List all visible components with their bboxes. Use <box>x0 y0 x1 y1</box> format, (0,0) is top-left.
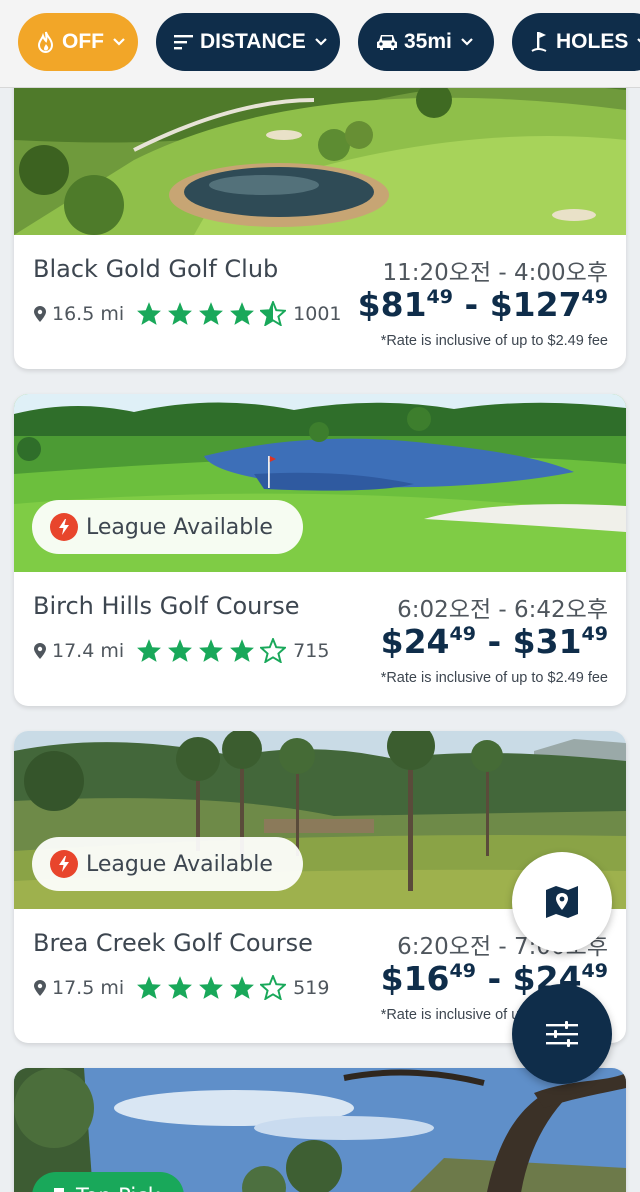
lightning-icon <box>50 850 78 878</box>
star-filled-icon <box>199 639 224 662</box>
price-high: $31 <box>512 622 582 661</box>
chevron-down-icon <box>637 38 640 43</box>
course-distance: 16.5 mi <box>52 302 125 325</box>
star-filled-icon <box>137 976 162 999</box>
chevron-down-icon <box>113 38 125 46</box>
badge-label: League Available <box>86 514 273 540</box>
price-high: $127 <box>489 285 582 324</box>
trophy-icon <box>54 1188 64 1192</box>
badge-label: League Available <box>86 851 273 877</box>
fee-note: *Rate is inclusive of up to $2.49 fee <box>380 670 608 686</box>
price-low: $24 <box>380 622 450 661</box>
map-pin-icon <box>546 886 578 918</box>
star-half-icon <box>260 301 287 326</box>
top-pick-badge: Top Pick <box>32 1172 184 1192</box>
course-meta: 17.4 mi 715 <box>34 638 329 663</box>
map-view-button[interactable] <box>512 852 612 952</box>
course-meta: 17.5 mi 519 <box>34 975 329 1000</box>
course-distance: 17.5 mi <box>52 976 125 999</box>
location-pin-icon <box>34 642 46 659</box>
price-low-cents: 49 <box>449 623 476 645</box>
star-empty-icon <box>260 638 287 663</box>
hot-deals-label: OFF <box>62 30 104 53</box>
filter-settings-button[interactable] <box>512 984 612 1084</box>
course-name: Brea Creek Golf Course <box>33 929 313 957</box>
star-rating <box>136 975 291 1000</box>
course-photo: League Available <box>14 394 626 572</box>
star-filled-icon <box>230 302 255 325</box>
league-badge: League Available <box>32 837 303 891</box>
chevron-down-icon <box>461 38 473 46</box>
course-card[interactable]: Top Pick <box>14 1068 626 1192</box>
radius-label: 35mi <box>404 30 452 53</box>
location-pin-icon <box>34 305 46 322</box>
course-meta: 16.5 mi 1001 <box>34 301 342 326</box>
tee-time-range: 11:20오전 - 4:00오후 <box>382 260 609 286</box>
price-range: $2449 - $3149 <box>381 622 608 661</box>
badge-label: Top Pick <box>76 1184 160 1192</box>
review-count: 519 <box>293 976 330 999</box>
sort-lines-icon <box>174 35 193 50</box>
league-badge: League Available <box>32 500 303 554</box>
star-filled-icon <box>137 302 162 325</box>
review-count: 1001 <box>293 302 342 325</box>
holes-filter-chip[interactable]: HOLES <box>512 13 640 71</box>
star-filled-icon <box>168 976 193 999</box>
price-low-cents: 49 <box>426 286 453 308</box>
price-separator: - <box>453 285 490 324</box>
star-filled-icon <box>168 639 193 662</box>
tee-time-range: 6:02오전 - 6:42오후 <box>397 597 608 623</box>
price-high-cents: 49 <box>581 286 608 308</box>
course-name: Black Gold Golf Club <box>33 255 279 283</box>
course-photo: Top Pick <box>14 1068 626 1192</box>
star-filled-icon <box>137 639 162 662</box>
star-filled-icon <box>230 639 255 662</box>
star-filled-icon <box>199 976 224 999</box>
filter-bar: OFF DISTANCE 35mi HOLES <box>0 0 640 88</box>
price-range: $8149 - $12749 <box>358 285 608 324</box>
star-rating <box>136 301 291 326</box>
review-count: 715 <box>293 639 330 662</box>
price-separator: - <box>475 959 513 998</box>
course-card[interactable]: League Available Birch Hills Golf Course… <box>14 394 626 706</box>
price-low: $81 <box>357 285 427 324</box>
lightning-icon <box>50 513 78 541</box>
star-empty-icon <box>260 975 287 1000</box>
car-icon <box>377 35 397 50</box>
price-high-cents: 49 <box>581 623 608 645</box>
sliders-icon <box>546 1021 578 1047</box>
flame-icon <box>37 31 54 53</box>
holes-label: HOLES <box>556 30 629 53</box>
star-rating <box>136 638 291 663</box>
fee-note: *Rate is inclusive of up to $2.49 fee <box>380 333 608 349</box>
star-filled-icon <box>168 302 193 325</box>
hot-deals-filter-chip[interactable]: OFF <box>18 13 138 71</box>
course-name: Birch Hills Golf Course <box>33 592 300 620</box>
golf-flag-icon <box>531 32 547 52</box>
course-distance: 17.4 mi <box>52 639 125 662</box>
location-pin-icon <box>34 979 46 996</box>
price-separator: - <box>475 622 513 661</box>
price-low-cents: 49 <box>449 960 476 982</box>
sort-filter-chip[interactable]: DISTANCE <box>156 13 340 71</box>
radius-filter-chip[interactable]: 35mi <box>358 13 494 71</box>
price-low: $16 <box>380 959 450 998</box>
chevron-down-icon <box>315 38 327 46</box>
price-high-cents: 49 <box>581 960 608 982</box>
star-filled-icon <box>199 302 224 325</box>
star-filled-icon <box>230 976 255 999</box>
sort-label: DISTANCE <box>200 30 306 53</box>
